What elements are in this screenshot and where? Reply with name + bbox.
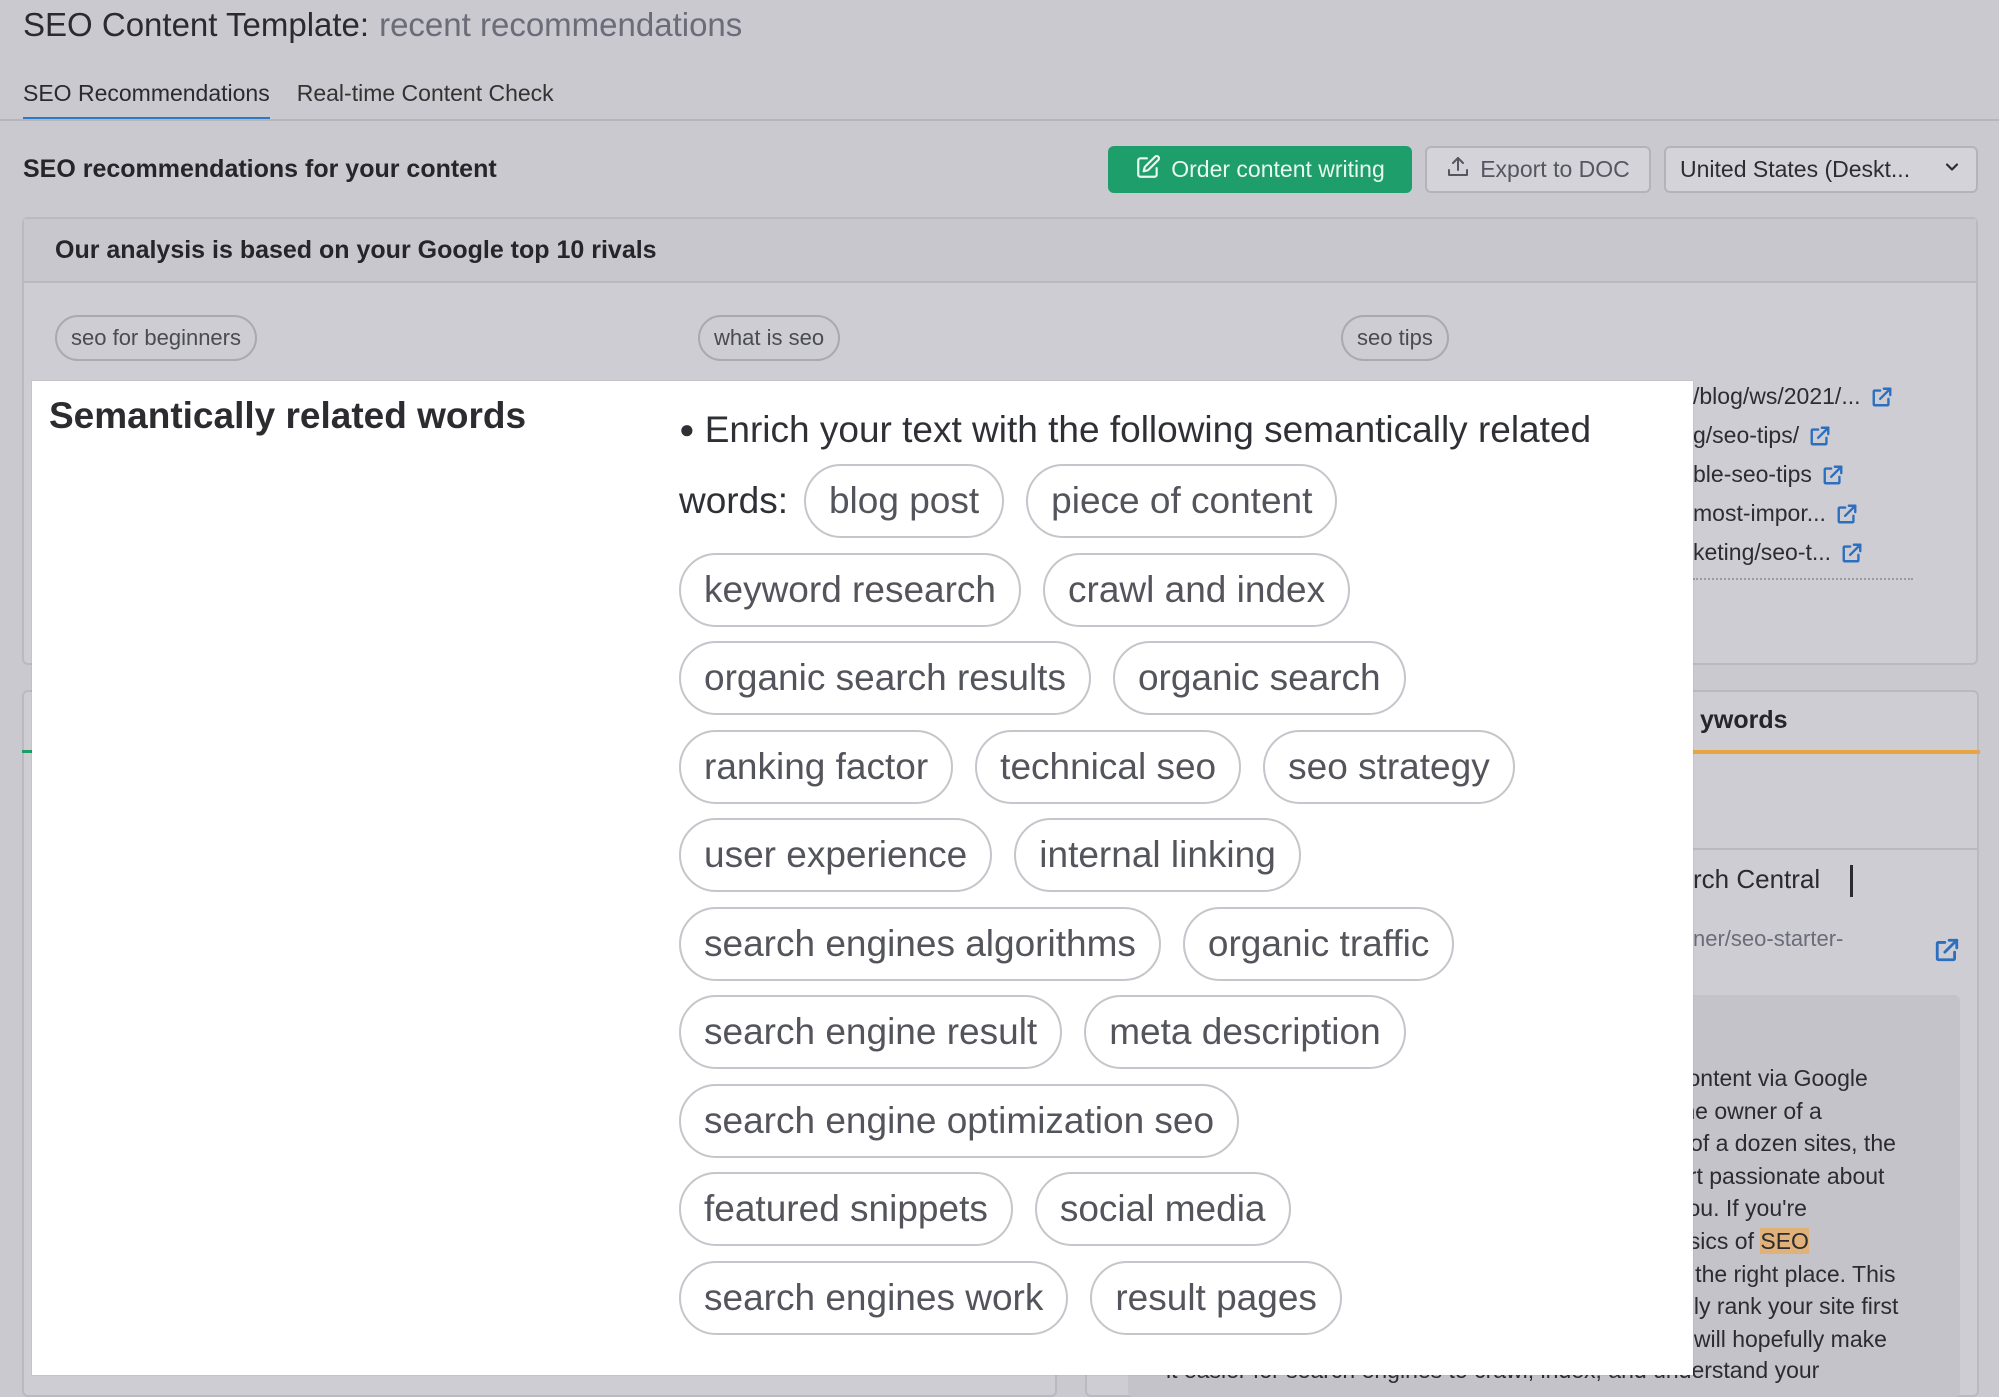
excerpt-line: you. If you're [1676,1195,1807,1222]
chip-row: search engines work result pages [679,1254,1689,1343]
keyword-pill[interactable]: seo tips [1341,315,1449,361]
competitor-url-text: most-impor... [1693,500,1826,526]
competitor-url-text: g/seo-tips/ [1693,422,1800,448]
source-url[interactable]: ner/seo-starter- [1693,926,1843,952]
excerpt-line-highlighted: asics of SEO [1676,1225,1976,1258]
keyword-highlight: SEO [1760,1227,1809,1254]
excerpt-line: s will hopefully make [1676,1325,1887,1352]
order-content-writing-button[interactable]: Order content writing [1108,146,1412,193]
external-link-icon [1872,387,1891,406]
semantic-word-chip[interactable]: result pages [1090,1260,1342,1335]
chip-row: search engines algorithms organic traffic [679,900,1689,989]
keyword-pill[interactable]: what is seo [698,315,841,361]
external-link-icon [1842,543,1862,562]
semantic-words-title: Semantically related words [49,395,527,436]
region-select-value: United States (Deskt... [1680,156,1911,182]
chip-row: user experience internal linking [679,811,1689,900]
semantic-word-chip[interactable]: seo strategy [1263,729,1515,804]
source-title: rch Central [1693,864,1821,894]
intro-text: Enrich your text with the following sema… [704,409,1592,450]
export-to-doc-label: Export to DOC [1480,156,1630,182]
external-link-icon[interactable] [1934,937,1960,963]
source-excerpt: content via Google the owner of a r of a… [1676,1062,1976,1355]
chip-row: organic search results organic search [679,634,1689,723]
competitor-url[interactable]: g/seo-tips/ [1693,416,1893,455]
analysis-title: Our analysis is based on your Google top… [55,236,657,264]
keywords-panel-title: ywords [1700,706,1788,734]
panel-accent [22,750,32,753]
tab-bar: SEO Recommendations Real-time Content Ch… [23,80,554,121]
semantic-word-chip[interactable]: user experience [679,818,993,893]
semantic-words-content: ● Enrich your text with the following sem… [679,409,1689,1342]
semantic-word-chips: words: blog post piece of content keyword r… [679,457,1689,1342]
semantic-word-chip[interactable]: crawl and index [1043,552,1351,627]
chip-row: featured snippets social media [679,1165,1689,1254]
keywords-tab-underline [1660,750,1980,754]
semantic-word-chip[interactable]: featured snippets [679,1172,1013,1247]
bullet-icon: ● [679,414,695,445]
semantic-word-chip[interactable]: social media [1034,1172,1291,1247]
competitor-url-text: /blog/ws/2021/... [1693,383,1861,409]
competitor-url[interactable]: ble-seo-tips [1693,455,1893,494]
excerpt-line: the owner of a [1676,1097,1822,1124]
external-link-icon [1810,426,1830,445]
words-label: words: [679,480,788,522]
order-content-writing-label: Order content writing [1171,156,1385,182]
competitor-url-text: ble-seo-tips [1693,461,1812,487]
chip-row: search engine optimization seo [679,1077,1689,1166]
url-list-fade [1693,578,1913,581]
tab-seo-recommendations[interactable]: SEO Recommendations [23,80,270,121]
text-cursor [1850,865,1853,897]
excerpt-line: content via Google [1676,1065,1868,1091]
competitor-url[interactable]: keting/seo-t... [1693,533,1893,572]
semantic-word-chip[interactable]: organic traffic [1182,906,1455,981]
semantic-words-intro: ● Enrich your text with the following sem… [679,409,1689,453]
semantic-word-chip[interactable]: search engines algorithms [679,906,1161,981]
semantic-word-chip[interactable]: organic search results [679,641,1091,716]
excerpt-line: ally rank your site first [1676,1293,1899,1320]
chip-row: words: blog post piece of content [679,457,1689,546]
page-title-main: SEO Content Template: [23,6,370,43]
semantic-word-chip[interactable]: piece of content [1026,464,1338,539]
keyword-pill[interactable]: seo for beginners [55,315,257,361]
semantic-word-chip[interactable]: meta description [1084,995,1406,1070]
competitor-url-text: keting/seo-t... [1693,539,1832,565]
semantic-word-chip[interactable]: search engine result [679,995,1063,1070]
competitor-url[interactable]: /blog/ws/2021/... [1693,377,1893,416]
excerpt-line: n the right place. This [1676,1260,1896,1287]
page-title: SEO Content Template: recent recommendati… [23,6,742,44]
chip-row: ranking factor technical seo seo strategy [679,723,1689,812]
tab-real-time-content-check[interactable]: Real-time Content Check [297,80,554,121]
competitor-url[interactable]: most-impor... [1693,494,1893,533]
upload-icon [1446,155,1470,185]
chip-row: keyword research crawl and index [679,546,1689,635]
excerpt-line: ert passionate about [1676,1162,1885,1189]
edit-icon [1135,154,1161,186]
excerpt-line: r of a dozen sites, the [1676,1130,1896,1157]
external-link-icon [1823,465,1843,484]
semantic-word-chip[interactable]: keyword research [679,552,1022,627]
semantic-words-card: Semantically related words ● Enrich your … [32,381,1693,1375]
external-link-icon [1837,504,1857,523]
chip-row: search engine result meta description [679,988,1689,1077]
page-title-subtitle: recent recommendations [379,6,743,43]
semantic-word-chip[interactable]: blog post [803,464,1005,539]
semantic-word-chip[interactable]: ranking factor [679,729,954,804]
semantic-word-chip[interactable]: search engines work [679,1260,1069,1335]
semantic-word-chip[interactable]: internal linking [1014,818,1301,893]
tabs-divider [0,119,1999,121]
section-heading: SEO recommendations for your content [23,155,497,183]
chevron-down-icon [1942,156,1962,183]
semantic-word-chip[interactable]: technical seo [975,729,1242,804]
semantic-word-chip[interactable]: search engine optimization seo [679,1083,1240,1158]
competitor-url-list: /blog/ws/2021/... g/seo-tips/ ble-seo-ti… [1693,377,1893,572]
semantic-word-chip[interactable]: organic search [1112,641,1406,716]
region-select[interactable]: United States (Deskt... [1664,146,1978,193]
export-to-doc-button[interactable]: Export to DOC [1425,146,1651,193]
